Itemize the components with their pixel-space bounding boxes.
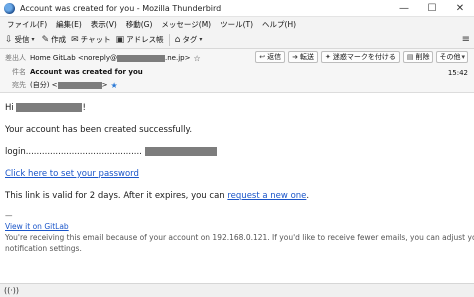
wifi-icon[interactable]: ((·)) bbox=[4, 286, 19, 295]
star-icon[interactable]: ☆ bbox=[193, 54, 200, 63]
created-message: Your account has been created successful… bbox=[5, 125, 193, 135]
menu-go[interactable]: 移動(G) bbox=[126, 19, 153, 30]
window-controls: — ☐ ✕ bbox=[390, 0, 474, 17]
redacted-name bbox=[16, 103, 83, 112]
request-new-link[interactable]: request a new one bbox=[227, 191, 306, 201]
junk-label: 迷惑マークを付ける bbox=[332, 53, 396, 61]
redacted-login bbox=[144, 147, 217, 156]
to-row: 宛先 (自分) < > ★ bbox=[0, 79, 118, 91]
delete-button[interactable]: ▤ 削除 bbox=[402, 51, 434, 63]
footer-line-1: You're receiving this email because of y… bbox=[5, 233, 474, 242]
close-button[interactable]: ✕ bbox=[446, 0, 474, 17]
menu-edit[interactable]: 編集(E) bbox=[56, 19, 82, 30]
address-book-button[interactable]: ▣ アドレス帳 bbox=[116, 34, 164, 45]
delete-label: 削除 bbox=[415, 53, 430, 61]
download-icon: ⇩ bbox=[5, 34, 13, 45]
message-header: 差出人 Home GitLab <noreply@ .ne.jp> ☆ 件名 A… bbox=[0, 49, 474, 93]
toolbar-divider bbox=[168, 33, 170, 46]
menu-tools[interactable]: ツール(T) bbox=[220, 19, 253, 30]
greeting-prefix: Hi bbox=[5, 103, 14, 113]
password-link-line: Click here to set your password bbox=[5, 169, 139, 179]
chevron-down-icon[interactable]: ▾ bbox=[32, 36, 35, 43]
gitlab-link-line: View it on GitLab bbox=[5, 222, 69, 231]
trash-icon: ▤ bbox=[406, 53, 414, 61]
forward-label: 転送 bbox=[299, 53, 314, 61]
menu-message[interactable]: メッセージ(M) bbox=[161, 19, 211, 30]
login-line: login...................................… bbox=[5, 147, 217, 157]
footer-line-2: notification settings. bbox=[5, 244, 82, 253]
menu-help[interactable]: ヘルプ(H) bbox=[262, 19, 296, 30]
chevron-down-icon: ▾ bbox=[461, 53, 465, 61]
window-title: Account was created for you - Mozilla Th… bbox=[20, 3, 222, 13]
get-mail-button[interactable]: ⇩ 受信 ▾ bbox=[5, 34, 37, 45]
menubar: ファイル(F) 編集(E) 表示(V) 移動(G) メッセージ(M) ツール(T… bbox=[0, 17, 474, 31]
from-row: 差出人 Home GitLab <noreply@ .ne.jp> ☆ bbox=[0, 52, 201, 64]
message-body: Hi ! Your account has been created succe… bbox=[0, 93, 474, 283]
set-password-link[interactable]: Click here to set your password bbox=[5, 169, 139, 179]
status-bar: ((·)) bbox=[0, 283, 474, 297]
pencil-icon: ✎ bbox=[41, 34, 50, 45]
tag-icon: ⌂ bbox=[174, 34, 181, 45]
to-suffix: > bbox=[101, 81, 108, 89]
subject: Account was created for you bbox=[30, 68, 143, 76]
reply-icon: ↩ bbox=[259, 53, 266, 61]
redacted-recipient bbox=[57, 81, 102, 89]
view-on-gitlab-link[interactable]: View it on GitLab bbox=[5, 222, 69, 231]
thunderbird-app-icon bbox=[4, 2, 15, 14]
to-label: 宛先 bbox=[12, 81, 26, 89]
minimize-button[interactable]: — bbox=[390, 0, 418, 17]
chat-label: チャット bbox=[80, 35, 111, 44]
validity-text: This link is valid for 2 days. After it … bbox=[5, 191, 225, 201]
tag-label: タグ bbox=[182, 35, 198, 44]
hamburger-menu-icon[interactable]: ≡ bbox=[462, 34, 470, 45]
address-book-icon: ▣ bbox=[115, 34, 125, 45]
more-label: その他 bbox=[439, 53, 461, 61]
fire-icon: ✦ bbox=[324, 53, 331, 61]
chat-icon: ✉ bbox=[71, 34, 79, 45]
reply-label: 返信 bbox=[267, 53, 282, 61]
signature-separator: — bbox=[5, 211, 13, 220]
write-button[interactable]: ✎ 作成 bbox=[42, 34, 67, 45]
header-actions: ↩ 返信 ➜ 転送 ✦ 迷惑マークを付ける ▤ 削除 その他 ▾ bbox=[252, 51, 468, 63]
greeting-suffix: ! bbox=[82, 103, 86, 113]
get-mail-label: 受信 bbox=[14, 35, 30, 44]
validity-line: This link is valid for 2 days. After it … bbox=[5, 191, 309, 201]
address-book-label: アドレス帳 bbox=[126, 35, 164, 44]
from-domain[interactable]: .ne.jp> bbox=[165, 54, 190, 62]
more-button[interactable]: その他 ▾ bbox=[436, 51, 468, 63]
menu-view[interactable]: 表示(V) bbox=[91, 19, 117, 30]
from-label: 差出人 bbox=[5, 54, 26, 62]
window-titlebar: Account was created for you - Mozilla Th… bbox=[0, 0, 474, 17]
menu-file[interactable]: ファイル(F) bbox=[7, 19, 47, 30]
main-toolbar: ⇩ 受信 ▾ ✎ 作成 ✉ チャット ▣ アドレス帳 ⌂ タグ ▾ ≡ bbox=[0, 31, 474, 49]
chat-button[interactable]: ✉ チャット bbox=[71, 34, 110, 45]
tag-button[interactable]: ⌂ タグ ▾ bbox=[175, 34, 205, 45]
message-time: 15:42 bbox=[447, 69, 468, 77]
login-label: login...................................… bbox=[5, 147, 142, 157]
greeting-line: Hi ! bbox=[5, 103, 86, 113]
subject-row: 件名 Account was created for you bbox=[0, 66, 143, 78]
maximize-button[interactable]: ☐ bbox=[418, 0, 446, 17]
to-prefix[interactable]: (自分) < bbox=[30, 80, 58, 90]
chevron-down-icon: ▾ bbox=[199, 36, 203, 43]
forward-icon: ➜ bbox=[292, 53, 298, 61]
validity-end: . bbox=[306, 191, 310, 201]
write-label: 作成 bbox=[51, 35, 67, 44]
subject-label: 件名 bbox=[12, 68, 26, 76]
junk-button[interactable]: ✦ 迷惑マークを付ける bbox=[320, 51, 400, 63]
from-name[interactable]: Home GitLab <noreply@ bbox=[30, 54, 117, 62]
redacted-email bbox=[117, 54, 166, 62]
star-filled-icon[interactable]: ★ bbox=[110, 81, 117, 90]
forward-button[interactable]: ➜ 転送 bbox=[288, 51, 318, 63]
reply-button[interactable]: ↩ 返信 bbox=[255, 51, 286, 63]
